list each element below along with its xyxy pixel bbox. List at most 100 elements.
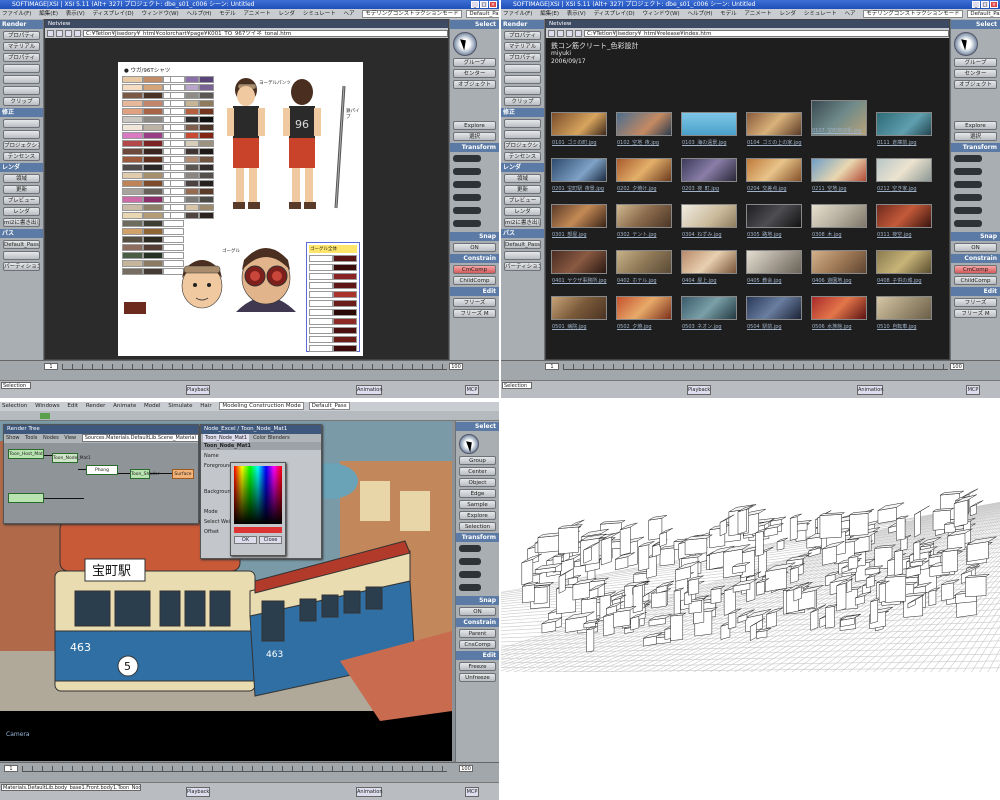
menu-view[interactable]: 表示(V) xyxy=(66,11,85,17)
shader-node[interactable]: Toon_Shader xyxy=(130,469,160,479)
select-header[interactable]: Select xyxy=(951,20,1000,29)
menu-hair[interactable]: ヘア xyxy=(343,11,354,17)
render-region-header[interactable]: レンダ xyxy=(501,163,544,172)
right-button[interactable]: Object xyxy=(459,478,496,487)
thumbnail-link[interactable]: 0308_木.jpg xyxy=(812,231,842,238)
picker-close-button[interactable]: Close xyxy=(259,536,282,544)
thumbnail-link[interactable]: 0506_水族館.jpg xyxy=(812,323,852,330)
thumbnail[interactable]: 0202_夕焼け.jpg xyxy=(616,158,672,192)
frame-start[interactable]: 1 xyxy=(4,765,18,772)
edit-header[interactable]: Edit xyxy=(450,287,499,296)
window-max-icon[interactable]: □ xyxy=(480,1,488,8)
rt-menu-tools[interactable]: Tools xyxy=(25,435,37,441)
toolbar-button[interactable]: レンダ xyxy=(504,207,541,216)
timeline-ruler[interactable] xyxy=(62,364,447,370)
thumbnail-link[interactable]: 0111_倉庫前.jpg xyxy=(877,139,917,146)
toolbar-button[interactable]: パーティション xyxy=(504,262,541,271)
toolbar-button[interactable] xyxy=(3,130,40,139)
toolbar-button[interactable]: Default_Pass xyxy=(3,240,40,249)
unfreeze-button[interactable]: Unfreeze xyxy=(459,673,496,682)
picker-ok-button[interactable]: OK xyxy=(234,536,257,544)
menu-model[interactable]: モデル xyxy=(219,11,236,17)
window-min-icon[interactable]: _ xyxy=(471,1,479,8)
pass-combo[interactable]: Default_Pass xyxy=(466,10,499,18)
toolbar-button[interactable]: クリップ xyxy=(3,97,40,106)
thumbnail-link[interactable]: 0301_部屋.jpg xyxy=(552,231,587,238)
right-button[interactable]: Center xyxy=(459,467,496,476)
constrain-header[interactable]: Constrain xyxy=(450,254,499,263)
select-header[interactable]: Select xyxy=(456,422,499,431)
construction-mode-combo[interactable]: モデリングコンストラクションモード xyxy=(863,10,963,18)
frame-end[interactable]: 100 xyxy=(950,363,964,370)
timeline[interactable]: 1 100 xyxy=(0,360,499,380)
transform-slot[interactable] xyxy=(453,220,481,227)
thumbnail[interactable]: 0211_空地.jpg xyxy=(811,158,867,192)
toolbar-button[interactable]: プロパティ xyxy=(3,31,40,40)
toolbar-button[interactable] xyxy=(504,119,541,128)
select-arrow-icon[interactable] xyxy=(459,434,479,454)
right-button[interactable]: Explore xyxy=(459,511,496,520)
toolbar-button[interactable]: クリップ xyxy=(504,97,541,106)
transform-slot[interactable] xyxy=(459,545,481,552)
forward-icon[interactable] xyxy=(56,29,63,37)
snap-on-button[interactable]: ON xyxy=(459,607,496,616)
menu-help[interactable]: ヘルプ(H) xyxy=(687,11,712,17)
toolbar-button[interactable]: テンセンス xyxy=(504,152,541,161)
render-region-header[interactable]: レンダ xyxy=(0,163,43,172)
childcomp-button[interactable]: ChildComp xyxy=(954,276,997,285)
thumbnail[interactable]: 0406_遊園地.jpg xyxy=(811,250,867,284)
toolbar-button[interactable]: プレビュー xyxy=(504,196,541,205)
menu-model[interactable]: モデル xyxy=(720,11,737,17)
toolbar-button[interactable]: 更新 xyxy=(3,185,40,194)
playback-button[interactable]: Playback xyxy=(687,385,711,395)
menu-simulate[interactable]: Simulate xyxy=(168,403,192,409)
playback-button[interactable]: Playback xyxy=(186,787,210,797)
construction-mode-combo[interactable]: モデリングコンストラクションモード xyxy=(362,10,462,18)
transform-slot[interactable] xyxy=(453,194,481,201)
toolbar-button[interactable]: テンセンス xyxy=(3,152,40,161)
rt-menu-nodes[interactable]: Nodes xyxy=(43,435,59,441)
menu-hair[interactable]: ヘア xyxy=(844,11,855,17)
thumbnail[interactable]: 0501_病院.jpg xyxy=(551,296,607,330)
right-button[interactable]: グループ xyxy=(954,58,997,67)
frame-end[interactable]: 100 xyxy=(449,363,463,370)
shader-node[interactable]: Toon_Host_Mat xyxy=(8,449,44,459)
transform-slot[interactable] xyxy=(954,220,982,227)
animation-button[interactable]: Animation xyxy=(857,385,884,395)
thumbnail-link[interactable]: 0102_空地_夜.jpg xyxy=(617,139,659,146)
toolbar-button[interactable]: 領域 xyxy=(3,174,40,183)
playback-button[interactable]: Playback xyxy=(186,385,210,395)
toolbar-button[interactable]: マテリアル xyxy=(3,42,40,51)
transform-slot[interactable] xyxy=(954,194,982,201)
thumbnail[interactable]: 0506_水族館.jpg xyxy=(811,296,867,330)
mcp-button[interactable]: MCP xyxy=(465,787,479,797)
menu-help[interactable]: ヘルプ(H) xyxy=(186,11,211,17)
toolbar-button[interactable]: mi2に書き出し xyxy=(504,218,541,227)
transform-slot[interactable] xyxy=(954,207,982,214)
toolbar-button[interactable]: パーティション xyxy=(3,262,40,271)
window-close-icon[interactable]: × xyxy=(489,1,497,8)
toolbar-button[interactable] xyxy=(504,251,541,260)
thumbnail[interactable]: 0212_空き家.jpg xyxy=(876,158,932,192)
rt-menu-show[interactable]: Show xyxy=(6,435,20,441)
toolbar-button[interactable]: Default_Pass xyxy=(504,240,541,249)
menu-windows[interactable]: Windows xyxy=(35,403,60,409)
back-icon[interactable] xyxy=(47,29,54,37)
thumbnail[interactable]: 0308_木.jpg xyxy=(811,204,867,238)
thumbnail-link[interactable]: 0404_屋上.jpg xyxy=(682,277,717,284)
home-icon[interactable] xyxy=(65,29,72,37)
ppg-tab[interactable]: Toon_Node_Mat1 xyxy=(203,434,250,442)
menu-animate[interactable]: アニメート xyxy=(243,11,270,17)
thumbnail-link[interactable]: 0302_テント.jpg xyxy=(617,231,657,238)
transform-header[interactable]: Transform xyxy=(456,533,499,542)
window-min-icon[interactable]: _ xyxy=(972,1,980,8)
thumbnail[interactable]: 0510_自転車.jpg xyxy=(876,296,932,330)
thumbnail-link[interactable]: 0401_ヤクザ事務所.jpg xyxy=(552,277,607,284)
transform-slot[interactable] xyxy=(453,181,481,188)
edit-header[interactable]: Edit xyxy=(456,651,499,660)
thumbnail-link[interactable]: 0212_空き家.jpg xyxy=(877,185,917,192)
shader-node[interactable]: Toon_Node_Mat1 xyxy=(52,453,91,463)
toolbar-button[interactable] xyxy=(504,75,541,84)
right-button[interactable]: オブジェクト xyxy=(954,80,997,89)
thumbnail-link[interactable]: 0107_宝町商店街.jpg xyxy=(812,127,862,134)
